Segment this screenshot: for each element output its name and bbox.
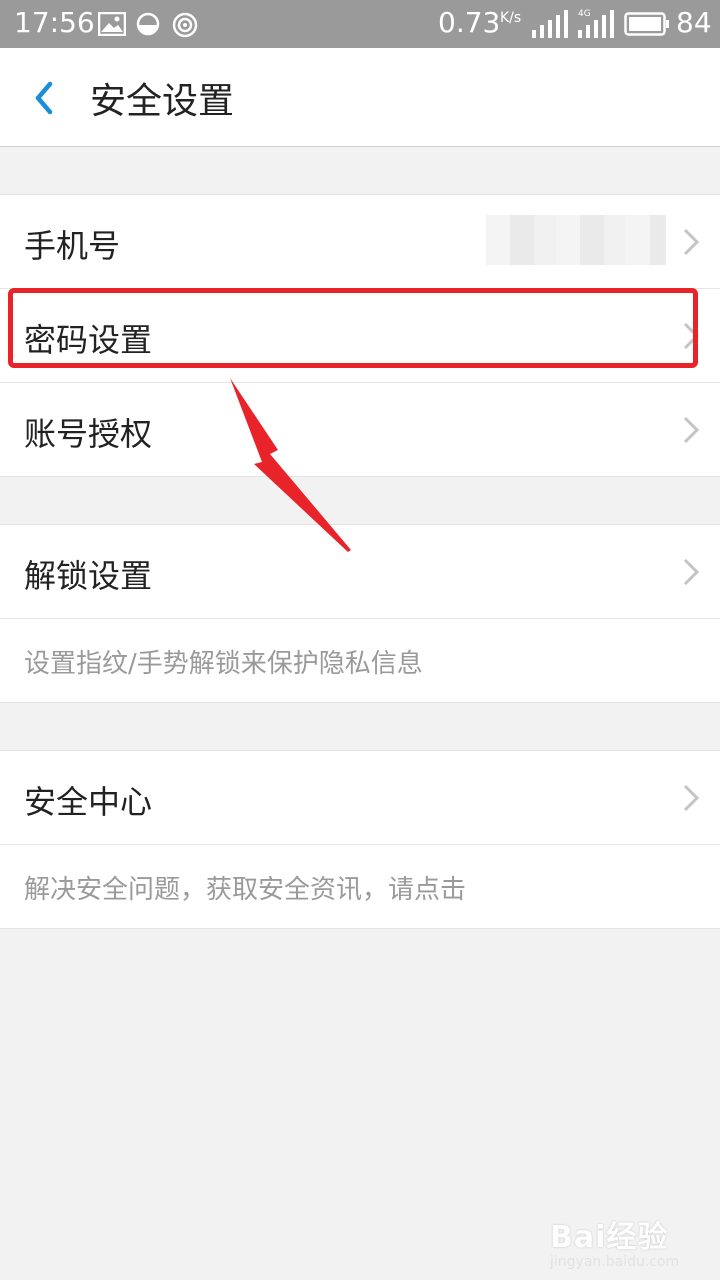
page-title: 安全设置 bbox=[90, 81, 235, 122]
highlight-box bbox=[8, 288, 698, 368]
signal-icon bbox=[532, 10, 568, 42]
security-center-section: 安全中心 解决安全问题，获取安全资讯，请点击 bbox=[0, 750, 720, 929]
baidu-jingyan-watermark: Bai经验 jingyan.baidu.com bbox=[550, 1212, 679, 1270]
chevron-left-icon bbox=[35, 81, 53, 115]
chevron-right-icon bbox=[683, 228, 700, 256]
chevron-right-icon bbox=[683, 784, 700, 812]
watermark-sub: jingyan.baidu.com bbox=[550, 1254, 680, 1270]
list-item-phone-number[interactable]: 手机号 bbox=[0, 195, 720, 289]
title-bar: 安全设置 bbox=[0, 48, 720, 147]
list-item-label: 解锁设置 bbox=[24, 557, 153, 595]
status-bar: 17:56 0.73 K/s 4G 84 bbox=[0, 0, 720, 48]
hint-text: 解决安全问题，获取安全资讯，请点击 bbox=[24, 875, 467, 905]
annotation-arrow-icon bbox=[230, 378, 351, 552]
security-center-hint: 解决安全问题，获取安全资讯，请点击 bbox=[0, 845, 720, 928]
hint-text: 设置指纹/手势解锁来保护隐私信息 bbox=[24, 649, 423, 679]
chevron-right-icon bbox=[683, 416, 700, 444]
list-item-account-authorization[interactable]: 账号授权 bbox=[0, 383, 720, 476]
list-item-label: 手机号 bbox=[24, 227, 121, 265]
status-time: 17:56 bbox=[14, 6, 95, 39]
list-item-unlock-settings[interactable]: 解锁设置 bbox=[0, 525, 720, 619]
battery-percentage: 84 bbox=[676, 6, 712, 39]
watermark-main: Bai经验 bbox=[550, 1220, 669, 1255]
phone-number-blurred bbox=[486, 215, 666, 265]
signal-4g-icon: 4G bbox=[578, 8, 614, 42]
list-item-security-center[interactable]: 安全中心 bbox=[0, 751, 720, 845]
list-item-label: 安全中心 bbox=[24, 783, 153, 821]
radio-wave-icon bbox=[172, 12, 198, 42]
unlock-section: 解锁设置 设置指纹/手势解锁来保护隐私信息 bbox=[0, 524, 720, 703]
image-icon bbox=[97, 11, 127, 40]
network-speed: 0.73 bbox=[438, 6, 501, 39]
chevron-right-icon bbox=[683, 558, 700, 586]
list-item-label: 账号授权 bbox=[24, 415, 153, 453]
back-button[interactable] bbox=[22, 74, 70, 122]
network-type-label: 4G bbox=[578, 9, 591, 19]
network-speed-unit: K/s bbox=[500, 10, 522, 26]
half-circle-icon bbox=[136, 12, 160, 40]
battery-icon bbox=[624, 12, 670, 40]
unlock-hint: 设置指纹/手势解锁来保护隐私信息 bbox=[0, 619, 720, 702]
